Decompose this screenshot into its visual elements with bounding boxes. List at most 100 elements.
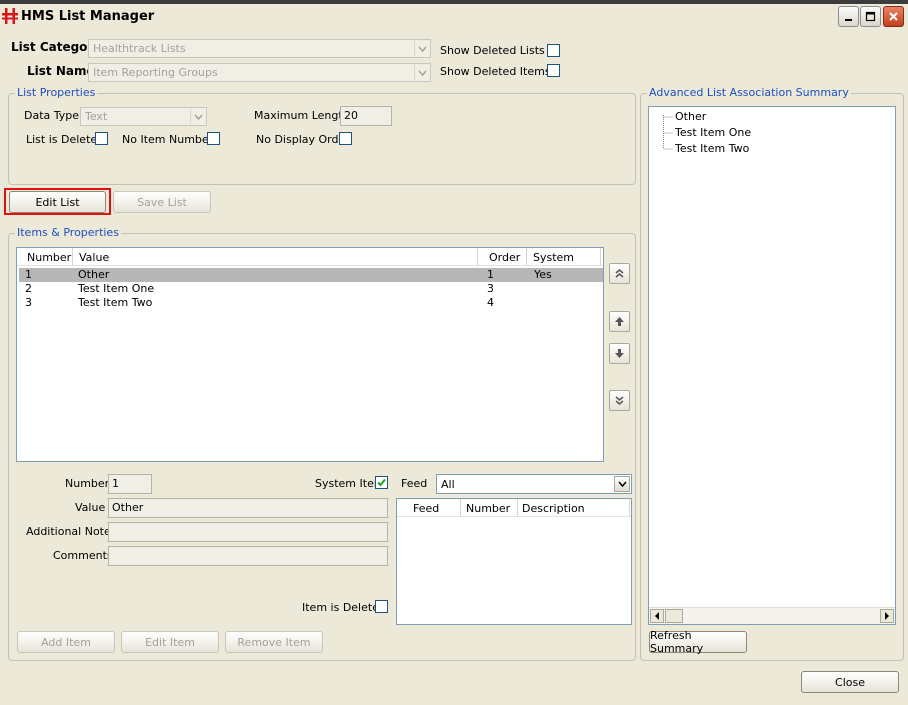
edit-item-button[interactable]: Edit Item <box>121 631 219 653</box>
list-is-deleted-label: List is Deleted <box>26 133 105 146</box>
summary-tree[interactable]: Other Test Item One Test Item Two <box>648 106 896 625</box>
no-display-order-checkbox[interactable] <box>339 132 352 145</box>
list-name-select[interactable]: Item Reporting Groups <box>88 63 431 82</box>
row-value: Test Item Two <box>78 296 153 309</box>
double-chevron-up-icon <box>615 269 624 278</box>
horizontal-scrollbar[interactable] <box>649 607 895 624</box>
arrow-left-icon <box>655 612 659 620</box>
show-deleted-items-checkbox[interactable] <box>547 64 560 77</box>
table-row[interactable]: 3 Test Item Two 4 <box>19 296 603 310</box>
row-value: Other <box>78 268 110 281</box>
column-description[interactable]: Description <box>518 499 630 517</box>
max-length-label: Maximum Length <box>254 109 350 122</box>
table-row[interactable]: 2 Test Item One 3 <box>19 282 603 296</box>
top-strip <box>0 0 908 4</box>
double-chevron-down-icon <box>615 396 624 405</box>
tree-item[interactable]: Test Item One <box>675 126 751 139</box>
chevron-down-icon <box>414 65 429 80</box>
show-deleted-items-label: Show Deleted Items <box>440 65 551 78</box>
arrow-up-icon <box>615 317 624 326</box>
column-number[interactable]: Number <box>23 248 73 266</box>
table-row[interactable]: 1 Other 1 Yes <box>19 268 603 282</box>
column-feed[interactable]: Feed <box>409 499 461 517</box>
scroll-right-button[interactable] <box>880 609 894 623</box>
row-order: 3 <box>487 282 494 295</box>
arrow-right-icon <box>885 612 889 620</box>
row-number: 1 <box>25 268 32 281</box>
save-list-button[interactable]: Save List <box>113 191 211 213</box>
items-properties-group-label: Items & Properties <box>15 226 121 239</box>
show-deleted-lists-checkbox[interactable] <box>547 44 560 57</box>
close-window-button[interactable] <box>883 6 904 27</box>
item-is-deleted-checkbox[interactable] <box>375 600 388 613</box>
column-system[interactable]: System <box>529 248 601 266</box>
maximize-icon <box>865 11 876 22</box>
value-field[interactable]: Other <box>108 498 388 518</box>
no-item-numbers-checkbox[interactable] <box>207 132 220 145</box>
scroll-left-button[interactable] <box>650 609 664 623</box>
row-order: 4 <box>487 296 494 309</box>
summary-group-label: Advanced List Association Summary <box>647 86 851 99</box>
add-item-button[interactable]: Add Item <box>17 631 115 653</box>
feed-select-value: All <box>441 478 455 491</box>
column-feed-number[interactable]: Number <box>462 499 518 517</box>
checkmark-icon <box>377 478 386 487</box>
maximize-button[interactable] <box>860 6 881 27</box>
item-is-deleted-label: Item is Deleted <box>302 601 386 614</box>
move-bottom-button[interactable] <box>609 390 630 411</box>
close-icon <box>889 12 898 21</box>
feed-list[interactable]: Feed Number Description <box>396 498 632 625</box>
show-deleted-lists-label: Show Deleted Lists <box>440 44 545 57</box>
row-order: 1 <box>487 268 494 281</box>
chevron-down-icon <box>414 41 429 56</box>
row-number: 3 <box>25 296 32 309</box>
feed-label: Feed <box>401 477 428 490</box>
app-logo-icon <box>2 8 18 24</box>
window-title: HMS List Manager <box>21 9 155 24</box>
row-number: 2 <box>25 282 32 295</box>
arrow-down-icon <box>615 349 624 358</box>
system-item-checkbox[interactable] <box>375 476 388 489</box>
number-field[interactable]: 1 <box>108 474 152 494</box>
comments-label: Comments <box>53 549 113 562</box>
column-value[interactable]: Value <box>75 248 478 266</box>
row-value: Test Item One <box>78 282 155 295</box>
feed-list-header: Feed Number Description <box>397 499 631 517</box>
items-list[interactable]: Number Value Order System 1 Other 1 Yes … <box>16 247 604 462</box>
chevron-down-icon <box>190 109 205 124</box>
edit-list-button[interactable]: Edit List <box>9 191 106 213</box>
move-top-button[interactable] <box>609 263 630 284</box>
list-category-value: Healthtrack Lists <box>93 42 186 55</box>
feed-select[interactable]: All <box>436 474 632 494</box>
no-display-order-label: No Display Order <box>256 133 350 146</box>
additional-notes-label: Additional Notes <box>26 525 117 538</box>
scroll-thumb[interactable] <box>665 609 683 623</box>
data-type-label: Data Type <box>24 109 80 122</box>
move-down-button[interactable] <box>609 343 630 364</box>
chevron-down-icon <box>614 476 630 492</box>
minimize-button[interactable] <box>838 6 859 27</box>
list-category-select[interactable]: Healthtrack Lists <box>88 39 431 58</box>
data-type-select[interactable]: Text <box>80 107 207 126</box>
number-label: Number <box>65 477 110 490</box>
list-name-label: List Name <box>27 64 95 78</box>
refresh-summary-button[interactable]: Refresh Summary <box>649 629 747 655</box>
data-type-value: Text <box>85 110 108 123</box>
minimize-icon <box>845 19 852 21</box>
remove-item-button[interactable]: Remove Item <box>225 631 323 653</box>
no-item-numbers-label: No Item Numbers <box>122 133 219 146</box>
close-button[interactable]: Close <box>801 671 899 693</box>
comments-field[interactable] <box>108 546 388 566</box>
column-order[interactable]: Order <box>485 248 527 266</box>
list-name-value: Item Reporting Groups <box>93 66 218 79</box>
list-properties-group-label: List Properties <box>15 86 98 99</box>
title-bar: HMS List Manager <box>0 0 908 32</box>
tree-lines <box>663 115 673 150</box>
tree-item[interactable]: Test Item Two <box>675 142 749 155</box>
list-is-deleted-checkbox[interactable] <box>95 132 108 145</box>
additional-notes-field[interactable] <box>108 522 388 542</box>
move-up-button[interactable] <box>609 311 630 332</box>
tree-item[interactable]: Other <box>675 110 706 123</box>
max-length-field[interactable]: 20 <box>340 106 392 126</box>
row-system: Yes <box>534 268 552 281</box>
